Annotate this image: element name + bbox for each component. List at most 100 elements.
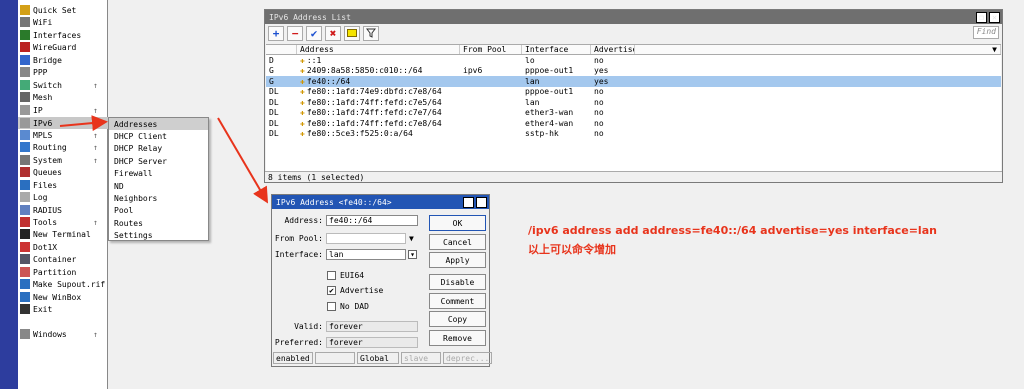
submenu-item-dhcp-server[interactable]: DHCP Server — [109, 155, 208, 167]
submenu-item-dhcp-relay[interactable]: DHCP Relay — [109, 143, 208, 155]
table-row[interactable]: D ✚::1 lo no — [266, 55, 1001, 66]
submenu-item-routes[interactable]: Routes — [109, 217, 208, 229]
annotation-command: /ipv6 address add address=fe40::/64 adve… — [528, 224, 937, 237]
column-address[interactable]: Address — [297, 45, 460, 54]
menu-item-new-winbox[interactable]: New WinBox — [18, 291, 108, 303]
menu-item-tools[interactable]: Tools ↑ — [18, 216, 108, 228]
menu-item-label: WiFi — [33, 17, 53, 27]
restore-icon[interactable]: ❐ — [976, 12, 987, 23]
table-row[interactable]: DL ✚ fe80::1afd:74ff:fefd:c7e5/64 lan no — [266, 97, 1001, 108]
column-dropdown-icon[interactable]: ▼ — [992, 45, 997, 54]
container-icon — [20, 254, 30, 264]
menu-item-mpls[interactable]: MPLS ↑ — [18, 129, 108, 141]
add-button[interactable]: + — [268, 25, 284, 41]
menu-item-partition[interactable]: Partition — [18, 266, 108, 278]
comment-button[interactable] — [344, 25, 360, 41]
ok-button[interactable]: OK — [429, 215, 486, 231]
no-dad-checkbox[interactable]: No DAD — [327, 301, 369, 311]
cell-advertise: no — [594, 55, 604, 65]
menu-item-radius[interactable]: RADIUS — [18, 204, 108, 216]
menu-item-ppp[interactable]: PPP — [18, 66, 108, 78]
column-from-pool[interactable]: From Pool — [460, 45, 522, 54]
submenu-item-dhcp-client[interactable]: DHCP Client — [109, 130, 208, 142]
comment-button[interactable]: Comment — [429, 293, 486, 309]
address-plus-icon: ✚ — [300, 129, 305, 139]
menu-item-wifi[interactable]: WiFi — [18, 16, 108, 28]
interface-select[interactable]: lan — [326, 249, 406, 260]
menu-item-routing[interactable]: Routing ↑ — [18, 141, 108, 153]
copy-button[interactable]: Copy — [429, 311, 486, 327]
menu-item-interfaces[interactable]: Interfaces — [18, 29, 108, 41]
cell-advertise: no — [594, 97, 604, 107]
valid-field[interactable]: forever — [326, 321, 418, 332]
menu-item-container[interactable]: Container — [18, 253, 108, 265]
submenu-arrow-icon: ↑ — [93, 142, 98, 152]
menu-item-bridge[interactable]: Bridge — [18, 54, 108, 66]
submenu-item-nd[interactable]: ND — [109, 180, 208, 192]
submenu-item-addresses[interactable]: Addresses — [109, 118, 208, 131]
menu-item-ip[interactable]: IP ↑ — [18, 104, 108, 116]
cell-advertise: yes — [594, 76, 609, 86]
address-plus-icon: ✚ — [300, 97, 305, 107]
table-row[interactable]: G ✚ 2409:8a58:5850:c010::/64 ipv6 pppoe-out1… — [266, 66, 1001, 77]
cancel-button[interactable]: Cancel — [429, 234, 486, 250]
address-text: fe80::1afd:74ff:fefd:c7e5/64 — [306, 97, 442, 107]
restore-icon[interactable]: ❐ — [463, 197, 474, 208]
dialog-title: IPv6 Address <fe40::/64> — [276, 197, 392, 207]
preferred-field[interactable]: forever — [326, 337, 418, 348]
menu-item-system[interactable]: System ↑ — [18, 154, 108, 166]
menu-item-windows[interactable]: Windows ↑ — [18, 328, 108, 340]
dialog-titlebar[interactable]: IPv6 Address <fe40::/64> ❐ ✕ — [272, 195, 489, 209]
menu-item-ipv6[interactable]: IPv6 — [18, 117, 108, 129]
status-empty — [315, 352, 355, 364]
find-input[interactable]: Find — [973, 26, 999, 39]
from-pool-select[interactable] — [326, 233, 406, 244]
menu-item-new-terminal[interactable]: New Terminal — [18, 228, 108, 240]
close-icon[interactable]: ✕ — [989, 12, 1000, 23]
close-icon[interactable]: ✕ — [476, 197, 487, 208]
advertise-checkbox[interactable]: ✔ Advertise — [327, 285, 383, 295]
menu-item-files[interactable]: Files — [18, 179, 108, 191]
menu-item-dot1x[interactable]: Dot1X — [18, 241, 108, 253]
disable-button[interactable]: ✖ — [325, 25, 341, 41]
chevron-down-icon[interactable]: ▼ — [409, 234, 414, 243]
disable-button[interactable]: Disable — [429, 274, 486, 290]
menu-item-make-supout-rif[interactable]: Make Supout.rif — [18, 278, 108, 290]
dropdown-icon[interactable]: ▾ — [408, 250, 417, 259]
menu-item-label: Windows — [33, 329, 67, 339]
column-flag[interactable] — [266, 45, 297, 54]
apply-button[interactable]: Apply — [429, 252, 486, 268]
submenu-item-neighbors[interactable]: Neighbors — [109, 192, 208, 204]
menu-item-label: Mesh — [33, 92, 53, 102]
cell-interface: ether4-wan — [525, 118, 574, 128]
table-row[interactable]: DL ✚ fe80::1afd:74ff:fefd:c7e8/64 ether4-wa… — [266, 118, 1001, 129]
list-window-titlebar[interactable]: IPv6 Address List ❐ ✕ — [265, 10, 1002, 24]
remove-button[interactable]: Remove — [429, 330, 486, 346]
menu-item-queues[interactable]: Queues — [18, 166, 108, 178]
menu-item-exit[interactable]: Exit — [18, 303, 108, 315]
menu-item-mesh[interactable]: Mesh — [18, 91, 108, 103]
eui64-checkbox[interactable]: EUI64 — [327, 270, 364, 280]
table-row[interactable]: DL ✚ fe80::1afd:74e9:dbfd:c7e8/64 pppoe-out… — [266, 87, 1001, 98]
address-field[interactable]: fe40::/64 — [326, 215, 418, 226]
ppp-icon — [20, 67, 30, 77]
submenu-item-pool[interactable]: Pool — [109, 205, 208, 217]
note-icon — [347, 29, 357, 37]
filter-button[interactable] — [363, 25, 379, 41]
menu-item-wireguard[interactable]: WireGuard — [18, 41, 108, 53]
menu-item-switch[interactable]: Switch ↑ — [18, 79, 108, 91]
enable-button[interactable]: ✔ — [306, 25, 322, 41]
menu-item-log[interactable]: Log — [18, 191, 108, 203]
wifi-icon — [20, 17, 30, 27]
column-advertise[interactable]: Advertise — [591, 45, 635, 54]
table-row[interactable]: DL ✚ fe80::1afd:74ff:fefd:c7e7/64 ether3-wa… — [266, 108, 1001, 119]
submenu-item-settings[interactable]: Settings — [109, 230, 208, 242]
remove-button[interactable]: − — [287, 25, 303, 41]
table-row[interactable]: DL ✚ fe80::5ce3:f525:0:a/64 sstp-hk no — [266, 129, 1001, 140]
table-row[interactable]: G ✚ fe40::/64 lan yes — [266, 76, 1001, 87]
ipv6-address-dialog: IPv6 Address <fe40::/64> ❐ ✕ Address: fe… — [271, 194, 492, 367]
submenu-item-firewall[interactable]: Firewall — [109, 168, 208, 180]
menu-item-quick-set[interactable]: Quick Set — [18, 4, 108, 16]
column-interface[interactable]: Interface — [522, 45, 591, 54]
list-status-bar: 8 items (1 selected) — [265, 171, 1002, 182]
